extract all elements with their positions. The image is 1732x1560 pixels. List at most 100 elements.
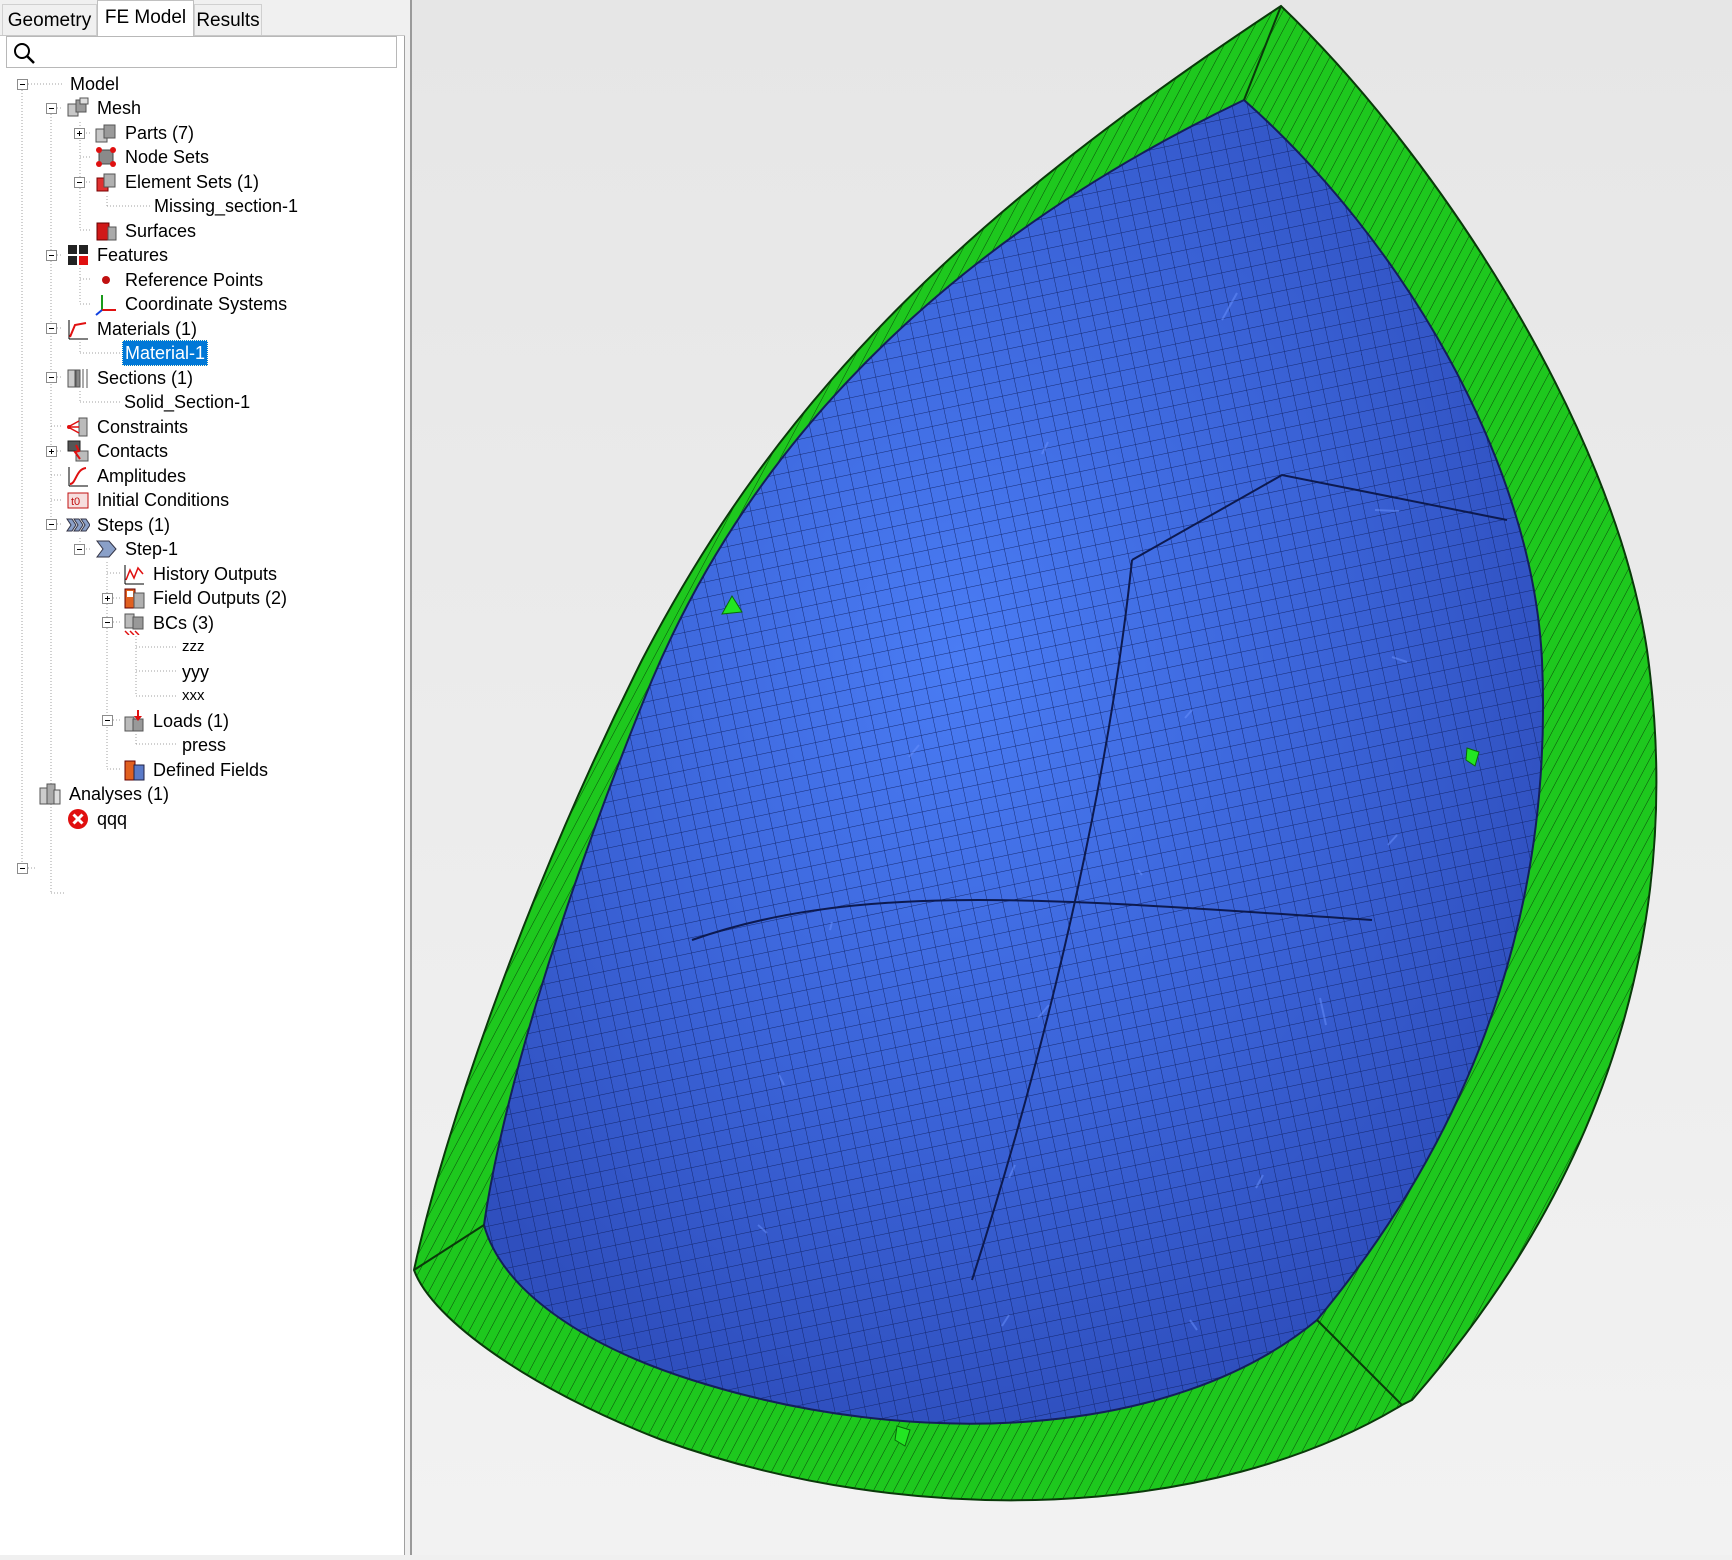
initial-conditions-icon: t0: [66, 488, 90, 512]
tree-item-mesh[interactable]: Mesh: [66, 95, 143, 121]
tree-item-history-outputs[interactable]: History Outputs: [122, 561, 279, 587]
svg-text:t0: t0: [71, 496, 80, 508]
collapse-features-toggle[interactable]: [46, 250, 57, 261]
analysis-icon: [38, 782, 62, 806]
tree-item-solid-section[interactable]: Solid_Section-1: [122, 389, 252, 415]
field-output-icon: [122, 586, 146, 610]
tree-item-defined-fields[interactable]: Defined Fields: [122, 757, 270, 783]
tree-item-label: Defined Fields: [153, 760, 269, 780]
expand-parts-toggle[interactable]: [74, 128, 85, 139]
tree-item-label: Loads (1): [153, 711, 230, 731]
tree-item-model[interactable]: Model: [68, 71, 121, 97]
model-tree-panel: Geometry FE Model Results Model Mesh Par…: [0, 0, 405, 1555]
tab-fe-model[interactable]: FE Model: [97, 0, 194, 36]
tree-item-label: Step-1: [125, 539, 179, 559]
collapse-materials-toggle[interactable]: [46, 323, 57, 334]
tree-item-press[interactable]: press: [180, 732, 228, 758]
tree-item-analyses[interactable]: Analyses (1): [38, 781, 171, 807]
tree-item-node-sets[interactable]: Node Sets: [94, 144, 211, 170]
tree-item-initial-conditions[interactable]: t0 Initial Conditions: [66, 487, 231, 513]
defined-field-icon: [122, 758, 146, 782]
mesh-icon: [66, 96, 90, 120]
surface-icon: [94, 219, 118, 243]
tree-item-label: Field Outputs (2): [153, 588, 288, 608]
tree-item-coordinate-systems[interactable]: Coordinate Systems: [94, 291, 289, 317]
collapse-steps-toggle[interactable]: [46, 519, 57, 530]
tree-item-bcs[interactable]: BCs (3): [122, 610, 216, 636]
tree-item-surfaces[interactable]: Surfaces: [94, 218, 198, 244]
tree-item-label: qqq: [97, 809, 128, 829]
amplitude-icon: [66, 464, 90, 488]
tree-item-bc-xxx[interactable]: xxx: [180, 683, 207, 709]
error-icon: [66, 807, 90, 831]
collapse-sections-toggle[interactable]: [46, 372, 57, 383]
tree-item-label: Missing_section-1: [154, 196, 299, 216]
tree-item-material-1[interactable]: Material-1: [122, 340, 209, 366]
model-tree: Model Mesh Parts (7) Node Sets Element S…: [0, 70, 405, 1470]
tree-item-element-sets[interactable]: Element Sets (1): [94, 169, 261, 195]
bc-icon: [122, 611, 146, 635]
constraint-icon: [66, 415, 90, 439]
search-icon: [14, 43, 35, 64]
tree-item-field-outputs[interactable]: Field Outputs (2): [122, 585, 289, 611]
tree-item-step-1[interactable]: Step-1: [94, 536, 180, 562]
tree-item-label: zzz: [182, 638, 205, 655]
tree-item-label: xxx: [182, 687, 205, 704]
tree-item-label: Solid_Section-1: [124, 392, 251, 412]
coordinate-system-icon: [94, 292, 118, 316]
tree-item-amplitudes[interactable]: Amplitudes: [66, 463, 188, 489]
model-viewport[interactable]: [410, 0, 1732, 1555]
collapse-analyses-toggle[interactable]: [17, 863, 28, 874]
element-set-icon: [94, 170, 118, 194]
tree-item-label: Mesh: [97, 98, 142, 118]
tree-item-contacts[interactable]: Contacts: [66, 438, 170, 464]
tree-item-reference-points[interactable]: Reference Points: [94, 267, 265, 293]
tree-item-label: Surfaces: [125, 221, 197, 241]
fe-mesh-view: [412, 4, 1658, 1502]
collapse-loads-toggle[interactable]: [102, 715, 113, 726]
tree-item-label: Constraints: [97, 417, 189, 437]
tree-item-bc-yyy[interactable]: yyy: [180, 659, 211, 685]
tree-item-parts[interactable]: Parts (7): [94, 120, 196, 146]
tree-item-label: Coordinate Systems: [125, 294, 288, 314]
tab-geometry[interactable]: Geometry: [2, 4, 97, 35]
tree-item-label: Features: [97, 245, 169, 265]
tree-item-label: Contacts: [97, 441, 169, 461]
tree-item-materials[interactable]: Materials (1): [66, 316, 199, 342]
node-set-icon: [94, 145, 118, 169]
expand-field-outputs-toggle[interactable]: [102, 593, 113, 604]
tree-item-label: Steps (1): [97, 515, 171, 535]
tree-item-label: Element Sets (1): [125, 172, 260, 192]
tree-item-analysis-qqq[interactable]: qqq: [66, 806, 129, 832]
collapse-element-sets-toggle[interactable]: [74, 177, 85, 188]
reference-point-icon: [94, 268, 118, 292]
parts-icon: [94, 121, 118, 145]
tab-bar: Geometry FE Model Results: [0, 0, 405, 36]
collapse-step-1-toggle[interactable]: [74, 544, 85, 555]
tree-item-features[interactable]: Features: [66, 242, 170, 268]
tree-item-label: Node Sets: [125, 147, 210, 167]
expand-contacts-toggle[interactable]: [46, 446, 57, 457]
collapse-bcs-toggle[interactable]: [102, 617, 113, 628]
tree-item-sections[interactable]: Sections (1): [66, 365, 195, 391]
tree-item-steps[interactable]: Steps (1): [66, 512, 172, 538]
tree-item-label: Model: [70, 74, 120, 94]
tree-item-label: BCs (3): [153, 613, 215, 633]
search-box[interactable]: [6, 36, 397, 68]
tree-item-label: Initial Conditions: [97, 490, 230, 510]
search-input[interactable]: [41, 41, 395, 65]
tree-item-missing-section[interactable]: Missing_section-1: [152, 193, 300, 219]
tree-item-loads[interactable]: Loads (1): [122, 708, 231, 734]
features-icon: [66, 243, 90, 267]
tree-item-label: Reference Points: [125, 270, 264, 290]
tree-item-label: Analyses (1): [69, 784, 170, 804]
collapse-mesh-toggle[interactable]: [46, 103, 57, 114]
tree-item-label: History Outputs: [153, 564, 278, 584]
tree-item-label: press: [182, 735, 227, 755]
tab-results[interactable]: Results: [194, 4, 262, 35]
contact-icon: [66, 439, 90, 463]
tree-item-bc-zzz[interactable]: zzz: [180, 634, 207, 660]
collapse-model-toggle[interactable]: [17, 79, 28, 90]
tree-item-constraints[interactable]: Constraints: [66, 414, 190, 440]
tree-item-label: Parts (7): [125, 123, 195, 143]
